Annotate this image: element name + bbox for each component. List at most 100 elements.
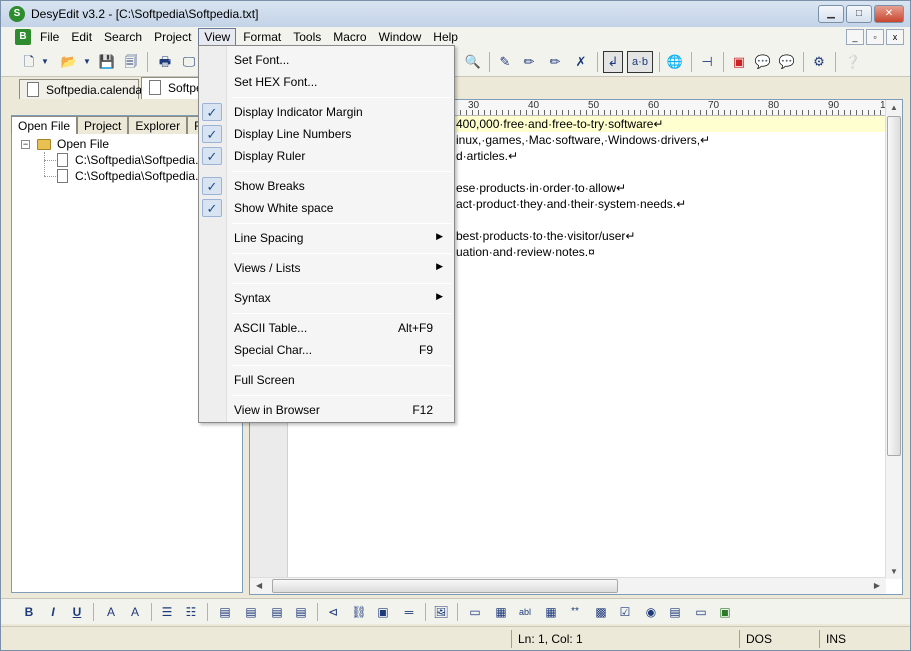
- menu-item-display-ruler[interactable]: ✓ Display Ruler: [200, 146, 453, 166]
- menu-item-syntax[interactable]: Syntax ▶: [200, 288, 453, 308]
- menu-item-show-white-space[interactable]: ✓ Show White space: [200, 198, 453, 218]
- align-left-icon[interactable]: ▤: [215, 602, 235, 622]
- mdi-minimize-button[interactable]: _: [846, 29, 864, 45]
- save-icon[interactable]: 💾: [97, 52, 117, 72]
- maximize-button[interactable]: □: [846, 5, 872, 23]
- panel-tabs: Open File Project Explorer FTP: [11, 116, 224, 134]
- tree-item-softpedia-txt[interactable]: C:\Softpedia\Softpedia.txt: [75, 169, 211, 185]
- open-dropdown-icon[interactable]: ▼: [81, 52, 93, 72]
- case-toggle-button[interactable]: a·b: [627, 51, 653, 73]
- tree-connector: [44, 160, 56, 161]
- text-field-icon[interactable]: abl: [515, 602, 535, 622]
- italic-button[interactable]: I: [43, 602, 63, 622]
- pin-icon[interactable]: ⊣: [697, 52, 717, 72]
- insert-tag-icon[interactable]: ⊲: [323, 602, 343, 622]
- menu-help[interactable]: Help: [428, 29, 463, 45]
- button-control-icon[interactable]: ▭: [691, 602, 711, 622]
- settings-icon[interactable]: ⚙: [809, 52, 829, 72]
- record-macro-icon[interactable]: ▣: [729, 52, 749, 72]
- align-justify-icon[interactable]: ▤: [291, 602, 311, 622]
- menu-project[interactable]: Project: [149, 29, 196, 45]
- scroll-left-icon[interactable]: ◀: [256, 581, 262, 590]
- close-button[interactable]: ✕: [874, 5, 904, 23]
- menu-item-set-hex-font[interactable]: Set HEX Font...: [200, 72, 453, 92]
- horizontal-scrollbar[interactable]: ◀ ▶: [250, 577, 886, 594]
- scroll-right-icon[interactable]: ▶: [874, 581, 880, 590]
- hidden-field-icon[interactable]: ▩: [591, 602, 611, 622]
- menu-item-display-line-numbers[interactable]: ✓ Display Line Numbers: [200, 124, 453, 144]
- help-icon[interactable]: ❔: [843, 52, 863, 72]
- save-all-icon[interactable]: 🗐: [121, 52, 141, 72]
- macro-comment-icon[interactable]: 💬: [753, 52, 773, 72]
- insert-image-icon[interactable]: 🖼: [431, 602, 451, 622]
- bold-button[interactable]: B: [19, 602, 39, 622]
- select-list-icon[interactable]: ▤: [665, 602, 685, 622]
- document-logo-icon[interactable]: B: [15, 29, 31, 45]
- macro-play-icon[interactable]: 💬: [777, 52, 797, 72]
- tree-root-open-file[interactable]: Open File: [57, 137, 109, 153]
- doc-tab-calendar[interactable]: Softpedia.calendar: [19, 79, 146, 99]
- align-center-icon[interactable]: ▤: [241, 602, 261, 622]
- bookmark-next-icon[interactable]: ✏: [519, 52, 539, 72]
- new-dropdown-icon[interactable]: ▼: [39, 52, 51, 72]
- menu-file[interactable]: File: [35, 29, 64, 45]
- font-color-icon[interactable]: A: [101, 602, 121, 622]
- menu-item-ascii-table[interactable]: ASCII Table... Alt+F9: [200, 318, 453, 338]
- menu-tools[interactable]: Tools: [288, 29, 326, 45]
- word-wrap-icon[interactable]: ↲: [603, 51, 623, 73]
- bookmark-toggle-icon[interactable]: ✎: [495, 52, 515, 72]
- checkbox-icon[interactable]: ☑: [615, 602, 635, 622]
- form-icon[interactable]: ▭: [465, 602, 485, 622]
- bookmark-prev-icon[interactable]: ✏: [545, 52, 565, 72]
- menu-item-full-screen[interactable]: Full Screen: [200, 370, 453, 390]
- open-folder-icon[interactable]: 📂: [59, 52, 79, 72]
- bookmark-clear-icon[interactable]: ✗: [571, 52, 591, 72]
- editor-line-1: 400,000·free·and·free-to-try·software↵: [456, 117, 664, 131]
- mdi-restore-button[interactable]: ▫: [866, 29, 884, 45]
- panel-tab-open-file[interactable]: Open File: [11, 116, 78, 134]
- menu-item-line-spacing[interactable]: Line Spacing ▶: [200, 228, 453, 248]
- minimize-button[interactable]: ▁: [818, 5, 844, 23]
- new-file-icon[interactable]: 🗋: [19, 52, 39, 72]
- vertical-scroll-thumb[interactable]: [887, 116, 901, 456]
- menu-item-set-font[interactable]: Set Font...: [200, 50, 453, 70]
- find-icon[interactable]: 🔍: [463, 52, 483, 72]
- numbered-list-icon[interactable]: ☷: [181, 602, 201, 622]
- menu-item-view-in-browser[interactable]: View in Browser F12: [200, 400, 453, 420]
- doc-tab-softpedia-txt[interactable]: Softpe: [141, 77, 201, 99]
- bullet-list-icon[interactable]: ☰: [157, 602, 177, 622]
- menu-search[interactable]: Search: [99, 29, 147, 45]
- print-preview-icon[interactable]: 🖵: [179, 52, 199, 72]
- menu-item-display-indicator-margin[interactable]: ✓ Display Indicator Margin: [200, 102, 453, 122]
- tree-item-calendar[interactable]: C:\Softpedia\Softpedia.ca: [75, 153, 211, 169]
- vertical-scrollbar[interactable]: ▲ ▼: [885, 100, 902, 579]
- panel-tab-project[interactable]: Project: [77, 116, 129, 134]
- password-field-icon[interactable]: **: [565, 602, 585, 622]
- panel-tab-explorer[interactable]: Explorer: [128, 116, 188, 134]
- insert-link-icon[interactable]: ⛓: [349, 602, 369, 622]
- print-icon[interactable]: 🖶: [155, 52, 175, 72]
- menu-item-show-breaks[interactable]: ✓ Show Breaks: [200, 176, 453, 196]
- tree-collapse-icon[interactable]: −: [21, 140, 30, 149]
- scroll-down-icon[interactable]: ▼: [890, 567, 898, 576]
- web-browser-icon[interactable]: 🌐: [665, 52, 685, 72]
- scroll-up-icon[interactable]: ▲: [890, 103, 898, 112]
- menu-view[interactable]: View: [198, 28, 237, 46]
- menu-window[interactable]: Window: [374, 29, 427, 45]
- mdi-close-button[interactable]: x: [886, 29, 904, 45]
- menu-edit[interactable]: Edit: [66, 29, 97, 45]
- menu-macro[interactable]: Macro: [328, 29, 371, 45]
- menu-format[interactable]: Format: [238, 29, 286, 45]
- horizontal-rule-icon[interactable]: ═: [399, 602, 419, 622]
- underline-button[interactable]: U: [67, 602, 87, 622]
- menu-item-special-char[interactable]: Special Char... F9: [200, 340, 453, 360]
- menu-item-views-lists[interactable]: Views / Lists ▶: [200, 258, 453, 278]
- highlight-color-icon[interactable]: A: [125, 602, 145, 622]
- table-icon[interactable]: ▦: [541, 602, 561, 622]
- align-right-icon[interactable]: ▤: [267, 602, 287, 622]
- insert-anchor-icon[interactable]: ▣: [373, 602, 393, 622]
- horizontal-scroll-thumb[interactable]: [272, 579, 618, 593]
- radio-button-icon[interactable]: ◉: [641, 602, 661, 622]
- textarea-icon[interactable]: ▦: [491, 602, 511, 622]
- submit-button-icon[interactable]: ▣: [715, 602, 735, 622]
